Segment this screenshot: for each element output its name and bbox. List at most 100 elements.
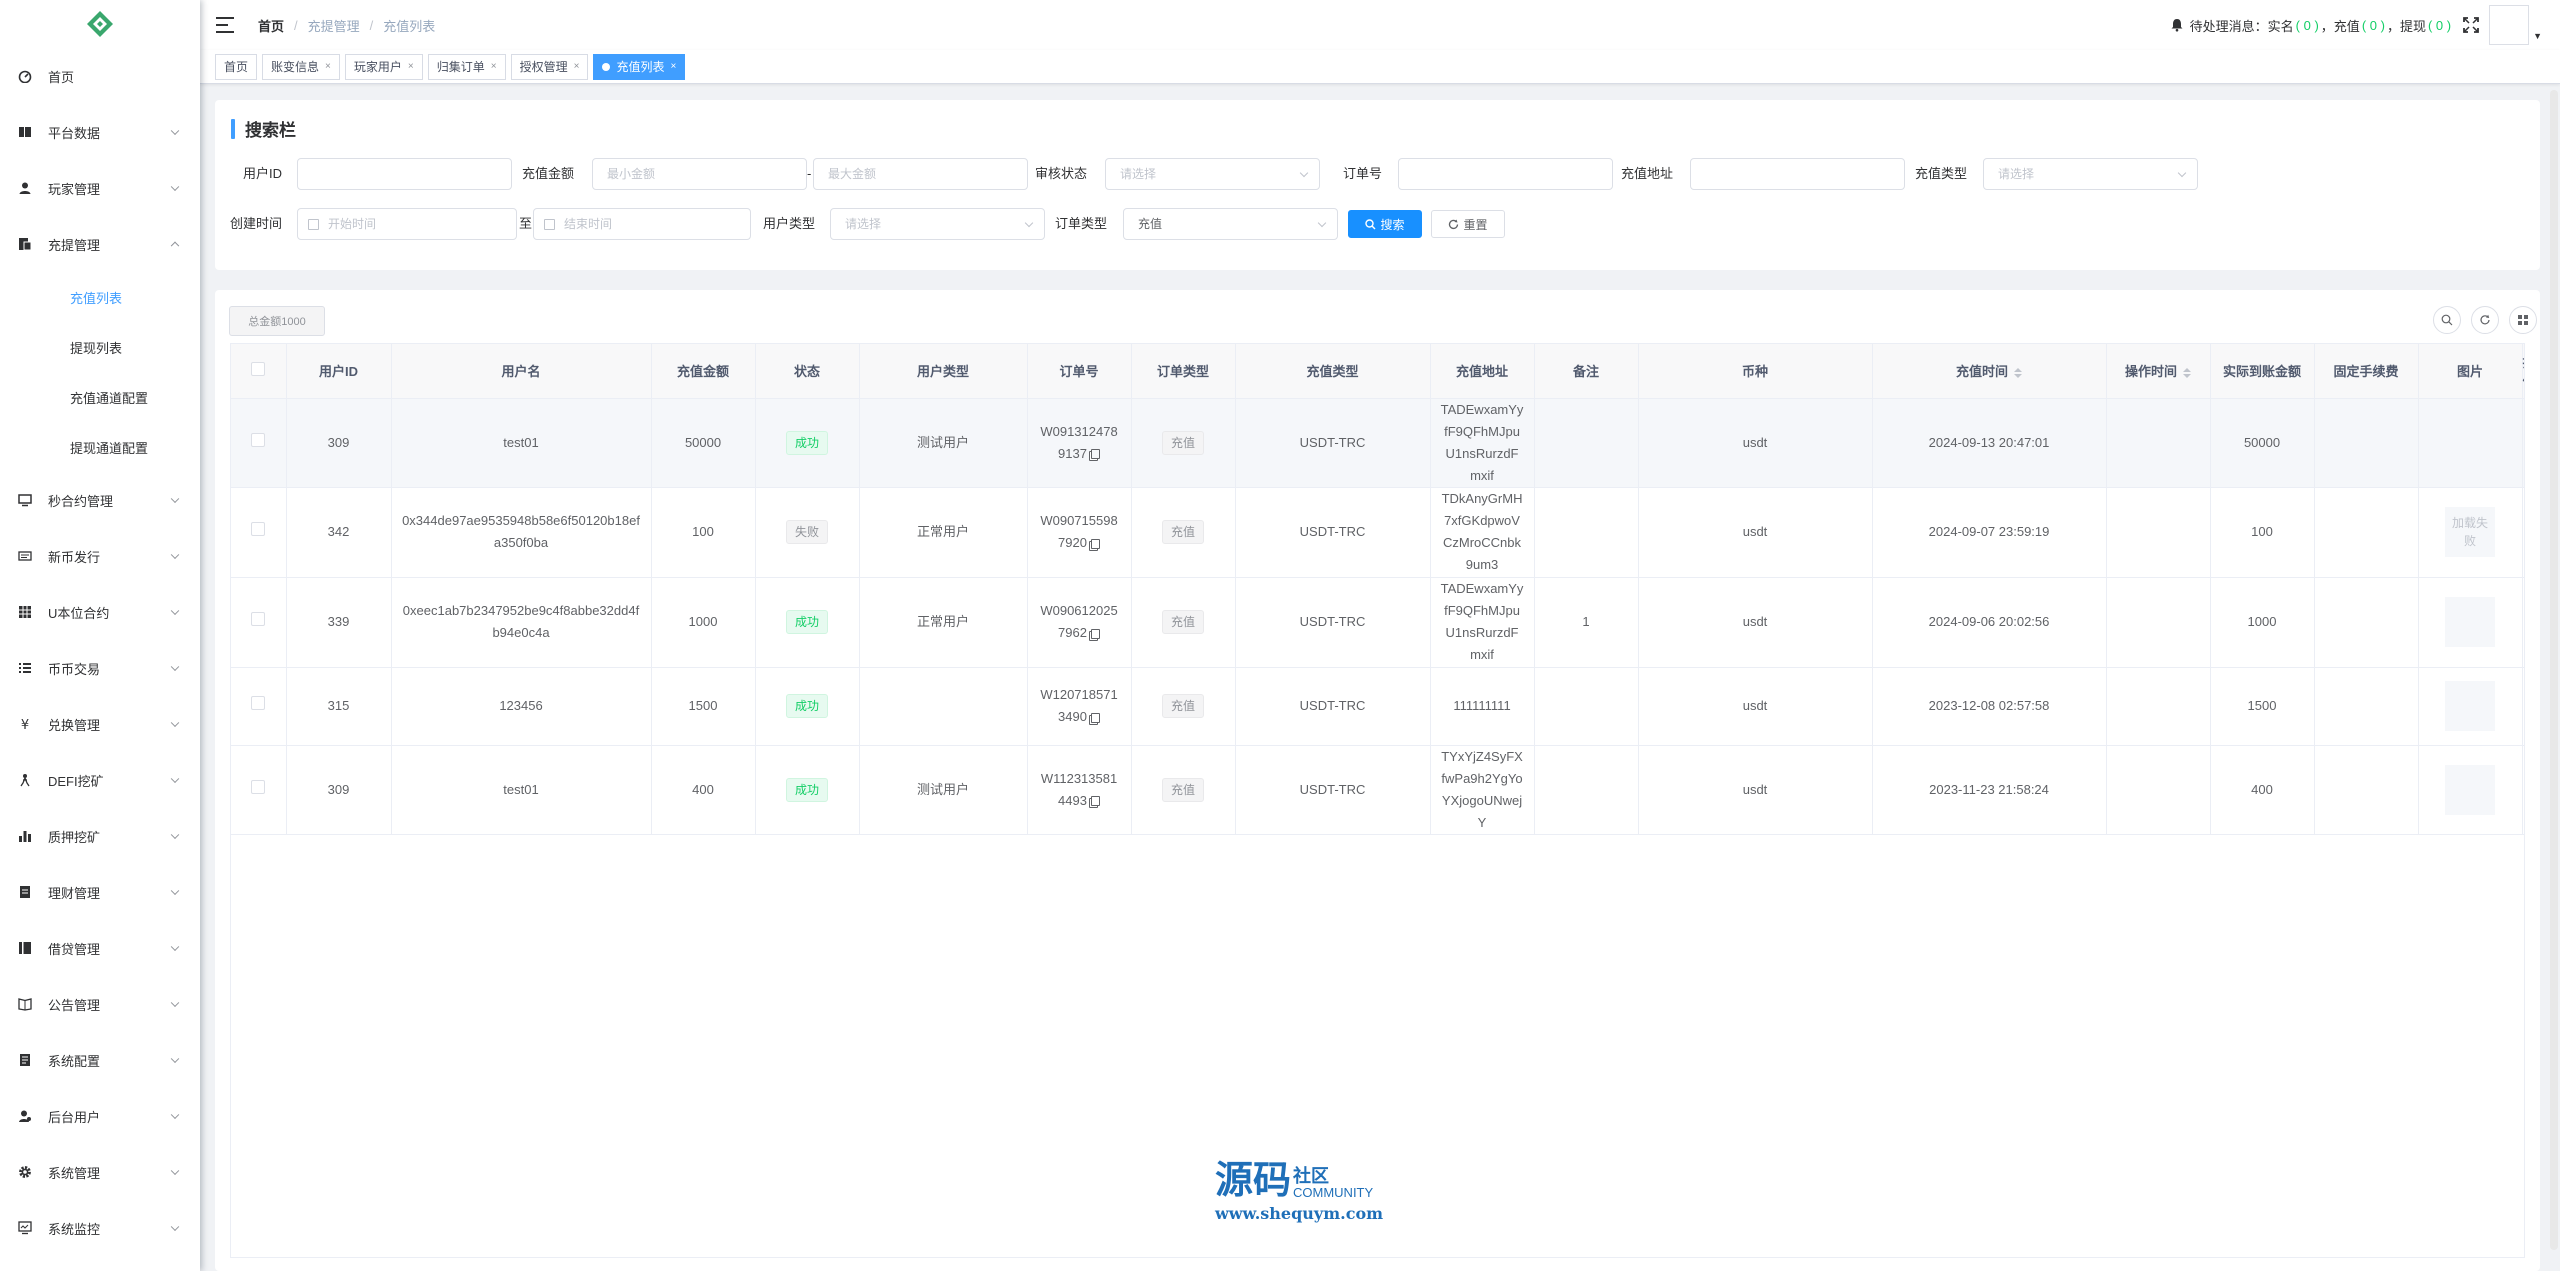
copy-icon[interactable] — [1090, 538, 1100, 549]
avatar-dropdown-icon[interactable]: ▼ — [2533, 31, 2542, 41]
tag-1[interactable]: 账变信息 × — [262, 53, 340, 80]
op-time-cell — [2106, 667, 2211, 746]
image-thumbnail[interactable] — [2445, 681, 2496, 731]
sidebar-subitem-0[interactable]: 充值列表 — [0, 272, 200, 322]
copy-icon[interactable] — [1090, 796, 1100, 807]
min-amount-input[interactable]: 最小金额 — [592, 158, 807, 190]
close-icon[interactable]: × — [574, 55, 580, 79]
close-icon[interactable]: × — [408, 55, 414, 79]
tag-3[interactable]: 归集订单 × — [427, 53, 506, 80]
sidebar-item-11[interactable]: 理财管理 — [0, 864, 200, 920]
sidebar-subitem-3[interactable]: 提现通道配置 — [0, 422, 200, 472]
table-row[interactable]: 309 test01 50000 成功 测试用户 W0913124789137 充值 USDT… — [231, 398, 2524, 488]
sidebar-subitem-1[interactable]: 提现列表 — [0, 322, 200, 372]
avatar[interactable] — [2489, 5, 2530, 45]
monitor-icon — [18, 493, 32, 507]
copy-icon[interactable] — [1090, 628, 1100, 639]
tag-0[interactable]: 首页 — [215, 53, 258, 80]
refresh-icon — [1449, 219, 1459, 229]
breadcrumb-item-home[interactable]: 首页 — [258, 16, 284, 35]
sidebar-subitem-2[interactable]: 充值通道配置 — [0, 372, 200, 422]
select-all-checkbox[interactable] — [251, 362, 266, 377]
tag-2[interactable]: 玩家用户 × — [344, 53, 423, 80]
table-row[interactable]: 309 test01 400 成功 测试用户 W1123135814493 充值 USDT-T… — [231, 745, 2524, 835]
row-checkbox[interactable] — [251, 779, 266, 794]
recharge-type-select[interactable]: 请选择 — [1983, 158, 2198, 190]
sidebar-item-0[interactable]: 首页 — [0, 48, 200, 104]
sidebar-item-5[interactable]: 新币发行 — [0, 528, 200, 584]
row-checkbox[interactable] — [251, 522, 266, 536]
reset-button[interactable]: 重置 — [1431, 210, 1505, 238]
user-id-input[interactable] — [297, 158, 512, 190]
copy-icon[interactable] — [1090, 449, 1100, 460]
sidebar-item-12[interactable]: 借贷管理 — [0, 920, 200, 976]
order-type-select[interactable]: 充值 — [1123, 208, 1338, 240]
column-header: 币种 — [1638, 344, 1873, 399]
row-select-cell — [231, 577, 287, 668]
username-cell: 0xeec1ab7b2347952be9c4f8abbe32dd4fb94e0c… — [391, 577, 652, 668]
sidebar-item-16[interactable]: 系统管理 — [0, 1144, 200, 1200]
chevron-down-icon — [170, 182, 180, 192]
page-scrollbar[interactable] — [2550, 90, 2558, 1250]
sidebar-item-6[interactable]: U本位合约 — [0, 584, 200, 640]
total-amount-button[interactable]: 总金额1000 — [229, 306, 325, 336]
copy-icon[interactable] — [1090, 712, 1100, 723]
sidebar-item-7[interactable]: 币币交易 — [0, 640, 200, 696]
start-time-input[interactable]: 开始时间 — [297, 208, 517, 240]
row-checkbox[interactable] — [251, 696, 266, 710]
close-icon[interactable]: × — [325, 55, 331, 79]
refresh-button[interactable] — [2471, 306, 2499, 334]
image-thumbnail[interactable] — [2445, 764, 2496, 815]
review-status-label: 审核状态 — [1035, 166, 1088, 181]
row-checkbox[interactable] — [251, 432, 266, 447]
action-cell: 查看 — [2522, 398, 2524, 488]
table-row[interactable]: 315 123456 1500 成功 W1207185713490 充值 USDT-TRC 1… — [231, 667, 2524, 746]
order-type-cell: 充值 — [1131, 577, 1236, 668]
sidebar-item-9[interactable]: DEFI挖矿 — [0, 752, 200, 808]
close-icon[interactable]: × — [670, 55, 676, 79]
sort-icon[interactable] — [2183, 367, 2192, 378]
row-checkbox[interactable] — [251, 612, 266, 626]
table-row[interactable]: 339 0xeec1ab7b2347952be9c4f8abbe32dd4fb94… — [231, 577, 2524, 668]
sidebar-item-2[interactable]: 玩家管理 — [0, 160, 200, 216]
user-type-select[interactable]: 请选择 — [830, 208, 1045, 240]
sort-icon[interactable] — [2014, 367, 2023, 378]
column-header-label: 订单号 — [1059, 364, 1099, 380]
sidebar-item-17[interactable]: 系统监控 — [0, 1200, 200, 1256]
sidebar-item-13[interactable]: 公告管理 — [0, 976, 200, 1032]
fullscreen-icon[interactable] — [2463, 17, 2479, 33]
action-cell: 查看 — [2522, 745, 2524, 835]
sidebar-item-label: DEFI挖矿 — [48, 773, 104, 789]
user-type-cell-text: 正常用户 — [917, 614, 970, 629]
search-button[interactable]: 搜索 — [1348, 210, 1422, 238]
hamburger-icon[interactable] — [216, 17, 234, 33]
pending-messages[interactable]: 待处理消息：实名 ( 0 ) ，充值 ( 0 ) ，提现 ( 0 ) — [2170, 16, 2453, 35]
image-load-failed[interactable]: 加载失败 — [2445, 507, 2496, 557]
column-header: 用户名 — [391, 344, 652, 399]
image-thumbnail[interactable] — [2445, 597, 2496, 647]
sidebar-item-4[interactable]: 秒合约管理 — [0, 472, 200, 528]
sidebar-item-3[interactable]: 充提管理 — [0, 216, 200, 272]
table-row[interactable]: 342 0x344de97ae9535948b58e6f50120b18efa35… — [231, 487, 2524, 578]
order-type-tag: 充值 — [1162, 430, 1205, 455]
sidebar-item-8[interactable]: ¥ 兑换管理 — [0, 696, 200, 752]
fee-cell — [2314, 577, 2419, 668]
toggle-search-button[interactable] — [2433, 306, 2461, 334]
tag-4[interactable]: 授权管理 × — [510, 53, 589, 80]
sidebar-item-1[interactable]: 平台数据 — [0, 104, 200, 160]
end-time-input[interactable]: 结束时间 — [533, 208, 751, 240]
tag-5[interactable]: 充值列表 × — [593, 53, 686, 80]
sidebar-item-label: 玩家管理 — [48, 181, 101, 197]
sidebar-item-10[interactable]: 质押挖矿 — [0, 808, 200, 864]
max-amount-input[interactable]: 最大金额 — [813, 158, 1028, 190]
order-no-input[interactable] — [1398, 158, 1613, 190]
fee-cell — [2314, 745, 2419, 835]
columns-button[interactable] — [2509, 306, 2537, 334]
sidebar-item-15[interactable]: 后台用户 — [0, 1088, 200, 1144]
sidebar-item-label: 系统管理 — [48, 1165, 101, 1181]
review-status-select[interactable]: 请选择 — [1105, 158, 1320, 190]
close-icon[interactable]: × — [491, 55, 497, 79]
address-input[interactable] — [1690, 158, 1905, 190]
sidebar-item-14[interactable]: 系统配置 — [0, 1032, 200, 1088]
logo[interactable] — [0, 0, 200, 48]
